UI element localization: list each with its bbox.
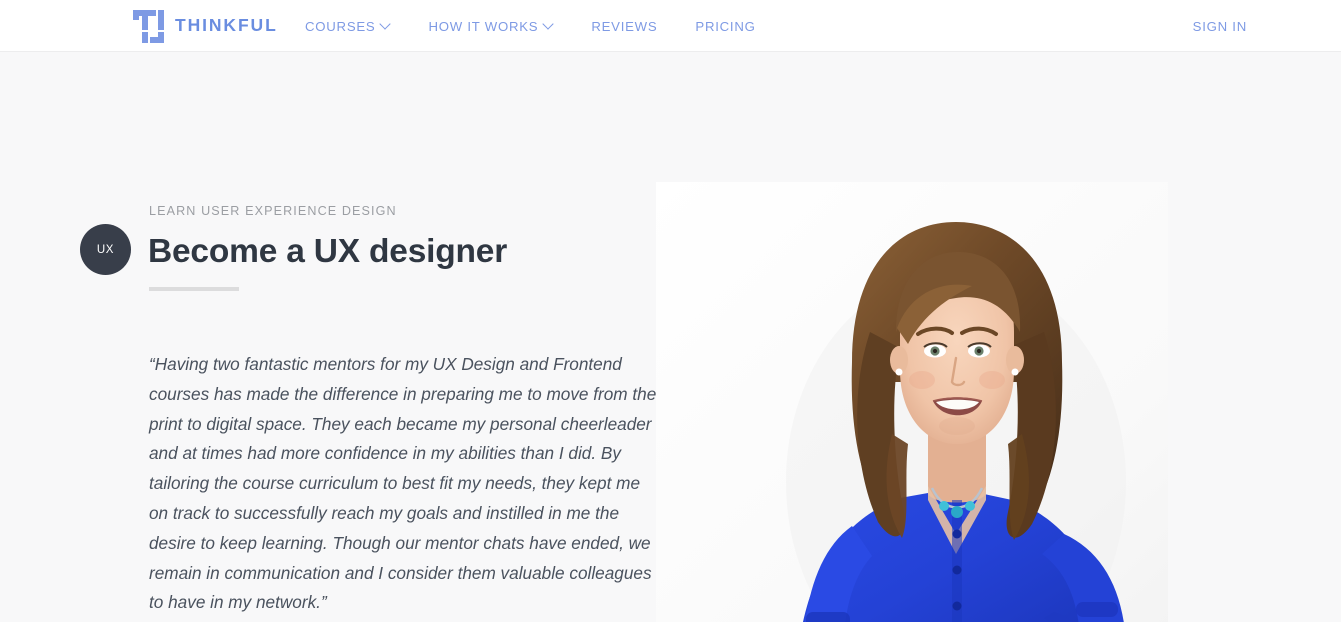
nav-inner: THINKFUL COURSES HOW IT WORKS REVIEWS PR… [0,0,1341,51]
title-divider [149,287,239,291]
nav-item-how-it-works-label: HOW IT WORKS [428,18,539,34]
nav-item-courses[interactable]: COURSES [305,19,390,34]
ux-badge-label: UX [96,243,115,256]
chevron-down-icon [544,20,553,29]
hero-section: UX LEARN USER EXPERIENCE DESIGN Become a… [0,52,1341,622]
top-navigation-bar: THINKFUL COURSES HOW IT WORKS REVIEWS PR… [0,0,1341,52]
ux-course-badge: UX [80,224,131,275]
chevron-down-icon [381,20,390,29]
thinkful-t-logo-icon [133,9,164,43]
brand-wordmark: THINKFUL [175,15,278,36]
sign-in-link[interactable]: SIGN IN [1193,19,1247,34]
testimonial-quote: “Having two fantastic mentors for my UX … [149,354,657,613]
nav-right-group: SIGN IN [1193,0,1341,52]
nav-item-pricing-label: PRICING [695,18,756,34]
nav-links: COURSES HOW IT WORKS REVIEWS PRICING [305,0,756,52]
brand-logo-link[interactable]: THINKFUL [133,0,278,52]
page-title: Become a UX designer [148,233,508,270]
nav-item-courses-label: COURSES [305,18,376,34]
nav-item-reviews[interactable]: REVIEWS [591,19,657,34]
nav-item-pricing[interactable]: PRICING [695,19,755,34]
portrait-illustration [656,182,1168,622]
hero-eyebrow: LEARN USER EXPERIENCE DESIGN [149,204,397,218]
nav-item-how-it-works[interactable]: HOW IT WORKS [428,19,553,34]
instructor-portrait-photo [656,182,1168,622]
nav-item-reviews-label: REVIEWS [591,18,658,34]
